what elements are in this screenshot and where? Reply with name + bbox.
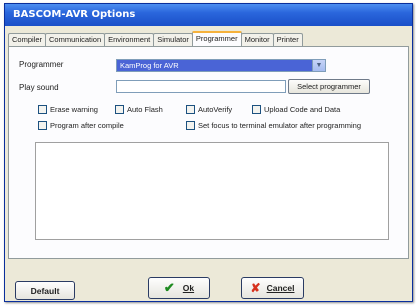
select-programmer-button[interactable]: Select programmer [288, 79, 370, 94]
auto-verify-label: AutoVerify [198, 105, 233, 114]
upload-code-checkbox[interactable]: Upload Code and Data [252, 105, 340, 114]
program-after-compile-label: Program after compile [50, 121, 124, 130]
checkbox-box[interactable] [115, 105, 124, 114]
checkbox-box[interactable] [38, 121, 47, 130]
window-title: BASCOM-AVR Options [5, 4, 412, 26]
checkbox-box[interactable] [186, 105, 195, 114]
options-dialog: BASCOM-AVR Options Compiler Communicatio… [4, 3, 413, 302]
tab-simulator[interactable]: Simulator [153, 33, 193, 46]
auto-flash-label: Auto Flash [127, 105, 163, 114]
tab-environment[interactable]: Environment [104, 33, 155, 46]
default-button-label: Default [30, 285, 60, 296]
programmer-label: Programmer [19, 60, 64, 69]
erase-warning-label: Erase warning [50, 105, 98, 114]
program-after-compile-checkbox[interactable]: Program after compile [38, 121, 124, 130]
tab-communication[interactable]: Communication [45, 33, 106, 46]
cancel-button[interactable]: ✘ Cancel [241, 277, 304, 299]
ok-button-label: Ok [182, 283, 195, 293]
play-sound-label: Play sound [19, 83, 59, 92]
programmer-panel: Programmer KamProg for AVR ▼ Play sound … [8, 46, 409, 259]
checkmark-icon: ✔ [163, 280, 175, 295]
checkbox-box[interactable] [252, 105, 261, 114]
play-sound-input[interactable] [116, 80, 286, 93]
set-focus-checkbox[interactable]: Set focus to terminal emulator after pro… [186, 121, 361, 130]
close-icon: ✘ [250, 281, 261, 295]
tab-compiler[interactable]: Compiler [8, 33, 47, 46]
checkbox-box[interactable] [38, 105, 47, 114]
programmer-select[interactable]: KamProg for AVR ▼ [116, 59, 326, 72]
programmer-options-area[interactable] [35, 142, 389, 240]
tab-printer[interactable]: Printer [272, 33, 303, 46]
auto-flash-checkbox[interactable]: Auto Flash [115, 105, 163, 114]
programmer-select-value: KamProg for AVR [120, 61, 179, 70]
tab-programmer[interactable]: Programmer [191, 31, 242, 46]
checkbox-box[interactable] [186, 121, 195, 130]
erase-warning-checkbox[interactable]: Erase warning [38, 105, 98, 114]
default-button[interactable]: Default [15, 281, 75, 300]
chevron-down-icon[interactable]: ▼ [312, 60, 325, 71]
cancel-button-label: Cancel [266, 283, 295, 293]
tab-monitor[interactable]: Monitor [240, 33, 274, 46]
upload-code-label: Upload Code and Data [264, 105, 341, 114]
tab-strip: Compiler Communication Environment Simul… [8, 31, 303, 46]
ok-button[interactable]: ✔ Ok [148, 277, 210, 299]
auto-verify-checkbox[interactable]: AutoVerify [186, 105, 232, 114]
set-focus-label: Set focus to terminal emulator after pro… [198, 121, 361, 130]
